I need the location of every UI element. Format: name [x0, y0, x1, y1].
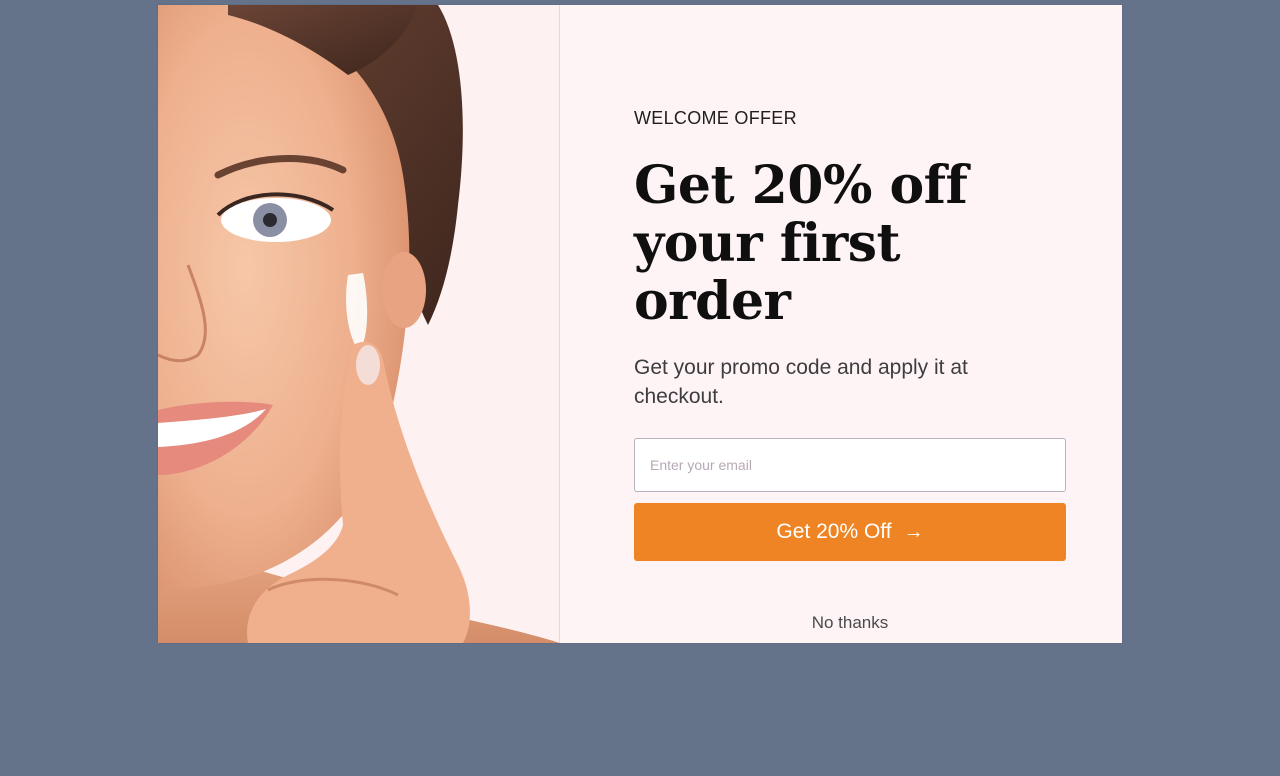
no-thanks-link[interactable]: No thanks — [634, 613, 1066, 633]
offer-eyebrow: WELCOME OFFER — [634, 108, 797, 128]
cta-label: Get 20% Off — [776, 520, 892, 543]
email-field[interactable] — [634, 438, 1066, 492]
offer-subtext: Get your promo code and apply it at chec… — [634, 356, 968, 408]
get-discount-button[interactable]: Get 20% Off → — [634, 503, 1066, 561]
arrow-right-icon: → — [903, 521, 924, 543]
offer-content: WELCOME OFFER Get 20% off your first ord… — [560, 5, 1122, 643]
offer-headline: Get 20% off your first order — [634, 155, 968, 332]
woman-applying-cream-illustration — [158, 5, 559, 643]
hero-image — [158, 5, 560, 643]
promo-modal: WELCOME OFFER Get 20% off your first ord… — [158, 5, 1122, 643]
